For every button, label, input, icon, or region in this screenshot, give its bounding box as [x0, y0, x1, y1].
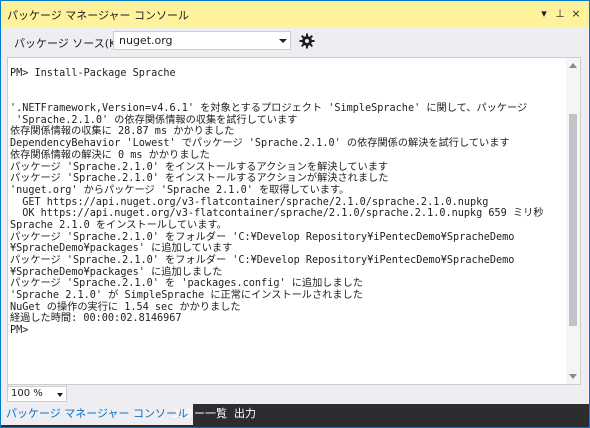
- package-source-value: nuget.org: [119, 34, 173, 47]
- console-line: パッケージ 'Sprache.2.1.0' をインストールするアクションが解決さ…: [10, 173, 389, 185]
- window-menu-icon[interactable]: ▾: [537, 6, 551, 22]
- console-line: ¥SpracheDemo¥packages' に追加しています: [10, 243, 233, 255]
- tab-package-manager-console[interactable]: パッケージ マネージャー コンソール: [1, 404, 194, 425]
- console-line: パッケージ 'Sprache.2.1.0' をフォルダー 'C:¥Develop…: [10, 231, 515, 243]
- console-line: GET https://api.nuget.org/v3-flatcontain…: [10, 196, 489, 208]
- console-line: 'nuget.org' からパッケージ 'Sprache 2.1.0' を取得し…: [10, 184, 350, 196]
- console-text: PM> Install-Package Sprache '.NETFramewor…: [10, 68, 572, 337]
- zoom-bar: 100 %: [1, 385, 589, 403]
- console-line: 'Sprache 2.1.0' が SimpleSprache に正常にインスト…: [10, 290, 363, 302]
- package-manager-console-window: パッケージ マネージャー コンソール ▾ ⊥ × パッケージ ソース(K): n…: [0, 0, 590, 428]
- window-title: パッケージ マネージャー コンソール: [7, 9, 190, 22]
- console-line: NuGet の操作の実行に 1.54 sec かかりました: [10, 301, 241, 313]
- console-line: 経過した時間: 00:00:02.8146967: [10, 313, 182, 325]
- console-line: ¥SpracheDemo¥packages' に追加しました: [10, 266, 223, 278]
- scroll-down-icon[interactable]: [569, 374, 577, 379]
- console-line: OK https://api.nuget.org/v3-flatcontaine…: [10, 208, 544, 220]
- console-line: パッケージ 'Sprache.2.1.0' を 'packages.config…: [10, 278, 364, 290]
- title-bar[interactable]: パッケージ マネージャー コンソール ▾ ⊥ ×: [1, 1, 589, 27]
- chevron-down-icon: [279, 39, 287, 43]
- console-line: DependencyBehavior 'Lowest' でパッケージ 'Spra…: [10, 138, 510, 150]
- scrollbar-thumb[interactable]: [569, 114, 577, 326]
- package-source-select[interactable]: nuget.org: [113, 31, 291, 50]
- console-line: PM>: [10, 325, 29, 337]
- console-line: パッケージ 'Sprache.2.1.0' をフォルダー 'C:¥Develop…: [10, 255, 515, 266]
- console-toolbar: パッケージ ソース(K): nuget.org: [1, 27, 589, 55]
- console-line: Sprache 2.1.0 をインストールしています。: [10, 219, 227, 231]
- console-line: PM> Install-Package Sprache: [10, 68, 176, 79]
- zoom-value: 100 %: [11, 388, 43, 399]
- zoom-select[interactable]: 100 %: [7, 386, 67, 402]
- chevron-down-icon: [57, 393, 63, 397]
- tab-output[interactable]: 出力: [229, 404, 261, 425]
- console-line: パッケージ 'Sprache.2.1.0' をインストールするアクションを解決し…: [10, 161, 389, 173]
- close-icon[interactable]: ×: [569, 6, 583, 22]
- console-output[interactable]: PM> Install-Package Sprache '.NETFramewor…: [7, 57, 581, 385]
- tool-window-tabs: パッケージ マネージャー コンソール エラー一覧 出力: [1, 404, 589, 427]
- gear-icon[interactable]: [299, 33, 315, 49]
- package-source-label: パッケージ ソース(K):: [14, 37, 125, 50]
- console-line: 'Sprache.2.1.0' の依存関係情報の収集を試行しています: [10, 114, 298, 126]
- console-line: 依存関係情報の解決に 0 ms かかりました: [10, 149, 210, 161]
- tab-error-list[interactable]: エラー一覧: [167, 404, 232, 425]
- console-line: '.NETFramework,Version=v4.6.1' を対象とするプロジ…: [10, 103, 528, 115]
- console-line: 依存関係情報の収集に 28.87 ms かかりました: [10, 126, 235, 138]
- scroll-up-icon[interactable]: [569, 63, 577, 68]
- vertical-scrollbar[interactable]: [566, 58, 580, 384]
- pin-icon[interactable]: ⊥: [553, 6, 567, 22]
